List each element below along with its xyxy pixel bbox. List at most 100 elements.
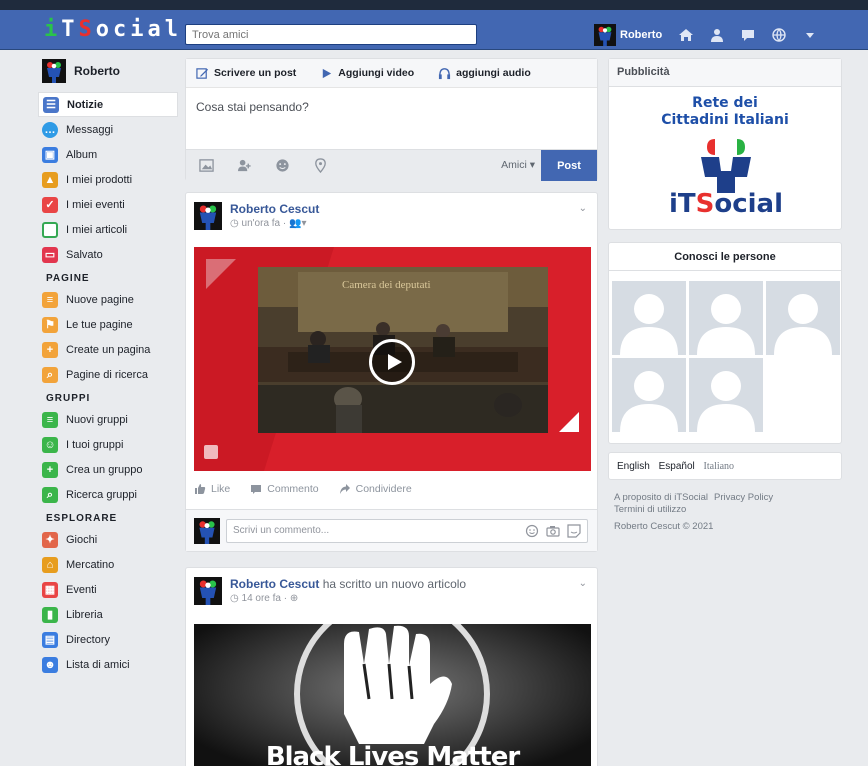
- post-author[interactable]: Roberto Cescut: [230, 202, 319, 216]
- sidebar-item-create-pagina[interactable]: + Create un pagina: [38, 337, 178, 362]
- search-input[interactable]: [185, 24, 477, 45]
- location-icon[interactable]: [312, 158, 328, 174]
- channel-badge-icon: [204, 445, 218, 459]
- camera-icon[interactable]: [546, 524, 560, 538]
- sidebar-item-giochi[interactable]: ✦ Giochi: [38, 527, 178, 552]
- ad-logo-text: iTSocial: [668, 189, 784, 219]
- tab-add-video[interactable]: Aggiungi video: [320, 67, 414, 80]
- chevron-down-icon[interactable]: ⌄: [579, 578, 587, 589]
- create-page-icon: +: [42, 341, 58, 358]
- share-button[interactable]: Condividere: [339, 483, 412, 495]
- post-time[interactable]: un'ora fa: [242, 218, 281, 229]
- footer-privacy-link[interactable]: Privacy Policy: [714, 492, 773, 503]
- language-english[interactable]: English: [617, 461, 650, 472]
- composer-textarea[interactable]: Cosa stai pensando?: [186, 88, 597, 149]
- public-globe-icon[interactable]: ⊕: [290, 593, 298, 604]
- sidebar-item-eventi[interactable]: ✓ I miei eventi: [38, 192, 178, 217]
- news-icon: ☰: [43, 96, 59, 113]
- window-top-stripe: [0, 0, 868, 10]
- language-italiano[interactable]: Italiano: [704, 461, 735, 472]
- sidebar-user-name[interactable]: Roberto: [74, 64, 120, 78]
- sidebar-item-tue-pagine[interactable]: ⚑ Le tue pagine: [38, 312, 178, 337]
- sidebar-item-tuoi-gruppi[interactable]: ☺ I tuoi gruppi: [38, 432, 178, 457]
- post-button[interactable]: Post: [541, 150, 597, 181]
- sidebar-item-label: I miei eventi: [66, 198, 125, 211]
- sidebar-item-label: I miei articoli: [66, 223, 128, 236]
- sidebar-item-label: Nuovi gruppi: [66, 413, 128, 426]
- video-player[interactable]: Camera dei deputati: [194, 247, 591, 471]
- sidebar-item-label: Messaggi: [66, 123, 114, 136]
- site-logo[interactable]: iTSocial: [44, 19, 182, 41]
- emoji-icon[interactable]: [274, 158, 290, 174]
- person-placeholder[interactable]: [766, 281, 840, 355]
- logo-figure-icon: [701, 139, 751, 193]
- chevron-down-icon[interactable]: ⌄: [579, 203, 587, 214]
- ad-headline[interactable]: Rete dei Cittadini Italiani: [609, 95, 841, 129]
- home-icon[interactable]: [678, 27, 694, 43]
- sidebar-profile[interactable]: Roberto: [38, 58, 178, 84]
- itsocial-logo[interactable]: iTSocial: [661, 137, 791, 221]
- sticker-icon[interactable]: [567, 524, 581, 538]
- sidebar-item-lista-amici[interactable]: ☻ Lista di amici: [38, 652, 178, 677]
- composer-toolbar: Amici ▾ Post: [186, 149, 597, 181]
- person-placeholder[interactable]: [689, 281, 763, 355]
- person-placeholder[interactable]: [612, 281, 686, 355]
- sidebar-item-articoli[interactable]: I miei articoli: [38, 217, 178, 242]
- sidebar-item-libreria[interactable]: ▮ Libreria: [38, 602, 178, 627]
- comment-input[interactable]: Scrivi un commento...: [226, 519, 588, 543]
- comment-button[interactable]: Commento: [250, 483, 319, 495]
- friends-list-icon: ☻: [42, 656, 58, 673]
- tab-write-post[interactable]: Scrivere un post: [196, 67, 296, 80]
- avatar[interactable]: [594, 24, 616, 46]
- tag-friends-icon[interactable]: [236, 158, 252, 174]
- friends-icon[interactable]: [709, 27, 725, 43]
- new-pages-icon: ≡: [42, 291, 58, 308]
- sidebar-item-salvato[interactable]: ▭ Salvato: [38, 242, 178, 267]
- post-time[interactable]: 14 ore fa: [242, 593, 281, 604]
- audience-selector[interactable]: Amici ▾: [501, 159, 535, 171]
- friends-audience-icon[interactable]: 👥▾: [289, 218, 306, 229]
- post-composer: Scrivere un post Aggiungi video aggiungi…: [185, 58, 598, 181]
- library-icon: ▮: [42, 606, 58, 623]
- article-image[interactable]: Black Lives Matter: [194, 624, 591, 766]
- avatar[interactable]: [194, 577, 222, 605]
- language-espanol[interactable]: Español: [659, 461, 695, 472]
- sidebar-item-prodotti[interactable]: ▲ I miei prodotti: [38, 167, 178, 192]
- sidebar-item-nuovi-gruppi[interactable]: ≡ Nuovi gruppi: [38, 407, 178, 432]
- directory-icon: ▤: [42, 631, 58, 648]
- sidebar-item-crea-gruppo[interactable]: + Crea un gruppo: [38, 457, 178, 482]
- post-author-line: Roberto Cescut ha scritto un nuovo artic…: [230, 577, 466, 591]
- tab-add-audio[interactable]: aggiungi audio: [438, 67, 531, 80]
- events-icon: ▦: [42, 581, 58, 598]
- post-author[interactable]: Roberto Cescut: [230, 577, 319, 591]
- globe-icon[interactable]: [771, 27, 787, 43]
- share-icon: [339, 484, 350, 494]
- footer-about-link[interactable]: A proposito di iTSocial: [614, 492, 708, 503]
- sidebar-item-album[interactable]: ▣ Album: [38, 142, 178, 167]
- sidebar-item-nuove-pagine[interactable]: ≡ Nuove pagine: [38, 287, 178, 312]
- sidebar-item-eventi-explore[interactable]: ▦ Eventi: [38, 577, 178, 602]
- like-button[interactable]: Like: [194, 483, 230, 495]
- messages-icon[interactable]: [740, 27, 756, 43]
- top-user-name[interactable]: Roberto: [620, 29, 662, 41]
- avatar[interactable]: [194, 202, 222, 230]
- footer-terms-link[interactable]: Termini di utilizzo: [614, 504, 686, 515]
- sidebar-item-ricerca-gruppi[interactable]: ⌕ Ricerca gruppi: [38, 482, 178, 507]
- sidebar-item-directory[interactable]: ▤ Directory: [38, 627, 178, 652]
- avatar[interactable]: [42, 59, 66, 83]
- photo-icon[interactable]: [198, 158, 214, 174]
- sidebar-item-pagine-ricerca[interactable]: ⌕ Pagine di ricerca: [38, 362, 178, 387]
- sidebar-item-messaggi[interactable]: … Messaggi: [38, 117, 178, 142]
- person-placeholder[interactable]: [689, 358, 763, 432]
- post-meta: ◷ un'ora fa · 👥▾: [230, 218, 307, 229]
- search-groups-icon: ⌕: [42, 486, 58, 503]
- person-placeholder[interactable]: [612, 358, 686, 432]
- sidebar-item-label: Giochi: [66, 533, 98, 546]
- events-icon: ✓: [42, 196, 58, 213]
- sidebar-item-notizie[interactable]: ☰ Notizie: [38, 92, 178, 117]
- emoji-icon[interactable]: [525, 524, 539, 538]
- sidebar-item-mercatino[interactable]: ⌂ Mercatino: [38, 552, 178, 577]
- dropdown-icon[interactable]: [802, 27, 818, 43]
- play-button[interactable]: [369, 339, 415, 385]
- comment-icon: [251, 485, 262, 494]
